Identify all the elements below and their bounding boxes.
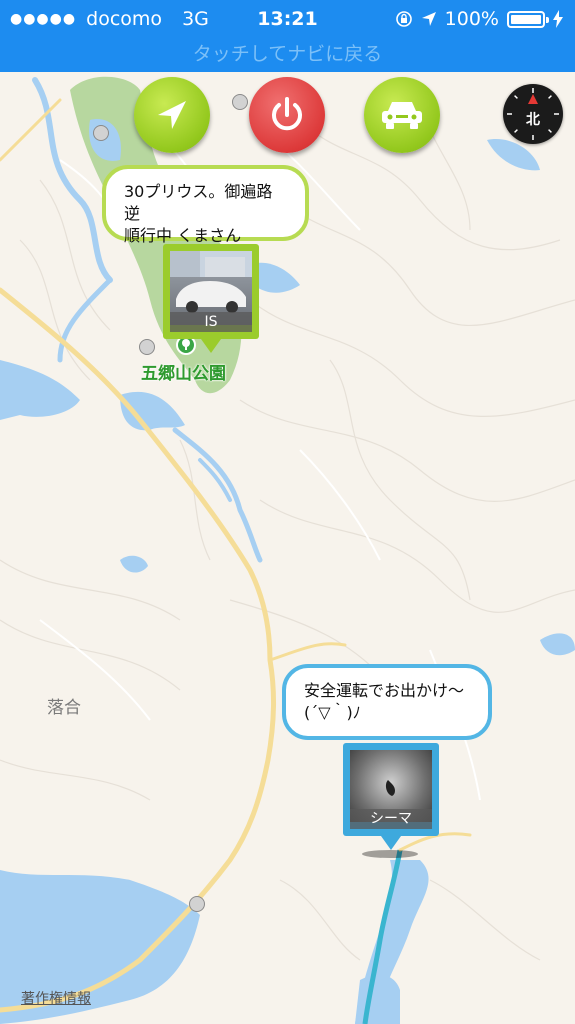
map-poi-dot[interactable] (232, 94, 248, 110)
user-message-bubble[interactable]: 30プリウス。御遍路逆 順行中 くまさん (102, 165, 309, 245)
user-car-marker[interactable]: シーマ (343, 743, 439, 850)
car-icon (382, 102, 422, 129)
map-poi-dot[interactable] (189, 896, 205, 912)
return-to-navi-bar[interactable]: タッチしてナビに戻る (0, 40, 575, 72)
bubble-text-line: 30プリウス。御遍路逆 (124, 182, 273, 223)
power-button[interactable] (249, 77, 325, 153)
area-label: 落合 (47, 698, 81, 718)
rotation-lock-icon (395, 11, 412, 27)
car-name-label: シーマ (350, 809, 432, 829)
attribution-link[interactable]: 著作権情報 (21, 988, 91, 1008)
bubble-text-line: 安全運転でお出かけ〜 (304, 681, 465, 700)
power-icon (272, 97, 302, 131)
marker-pointer (381, 836, 401, 850)
bubble-text-line: (´▽｀)ﾉ (304, 703, 361, 722)
marker-pointer (201, 339, 221, 353)
user-car-marker[interactable]: IS (163, 244, 259, 353)
map-poi-dot[interactable] (93, 125, 109, 141)
location-services-icon (421, 12, 436, 26)
user-message-bubble[interactable]: 安全運転でお出かけ〜 (´▽｀)ﾉ (282, 664, 492, 740)
map-poi-dot[interactable] (139, 339, 155, 355)
location-arrow-icon (158, 101, 186, 129)
current-location-button[interactable] (134, 77, 210, 153)
compass-button[interactable]: 北 (503, 84, 563, 144)
charging-bolt-icon (553, 10, 563, 28)
park-label[interactable]: 五郷山公園 (141, 359, 226, 384)
compass-north-label: 北 (526, 112, 540, 128)
battery-percent: 100% (444, 8, 499, 30)
car-button[interactable] (364, 77, 440, 153)
battery-icon (507, 10, 549, 28)
car-name-label: IS (170, 312, 252, 332)
status-bar: ●●●●● docomo 3G 13:21 100% (0, 0, 575, 40)
marker-shadow (362, 850, 418, 858)
map-view[interactable] (0, 0, 575, 1024)
